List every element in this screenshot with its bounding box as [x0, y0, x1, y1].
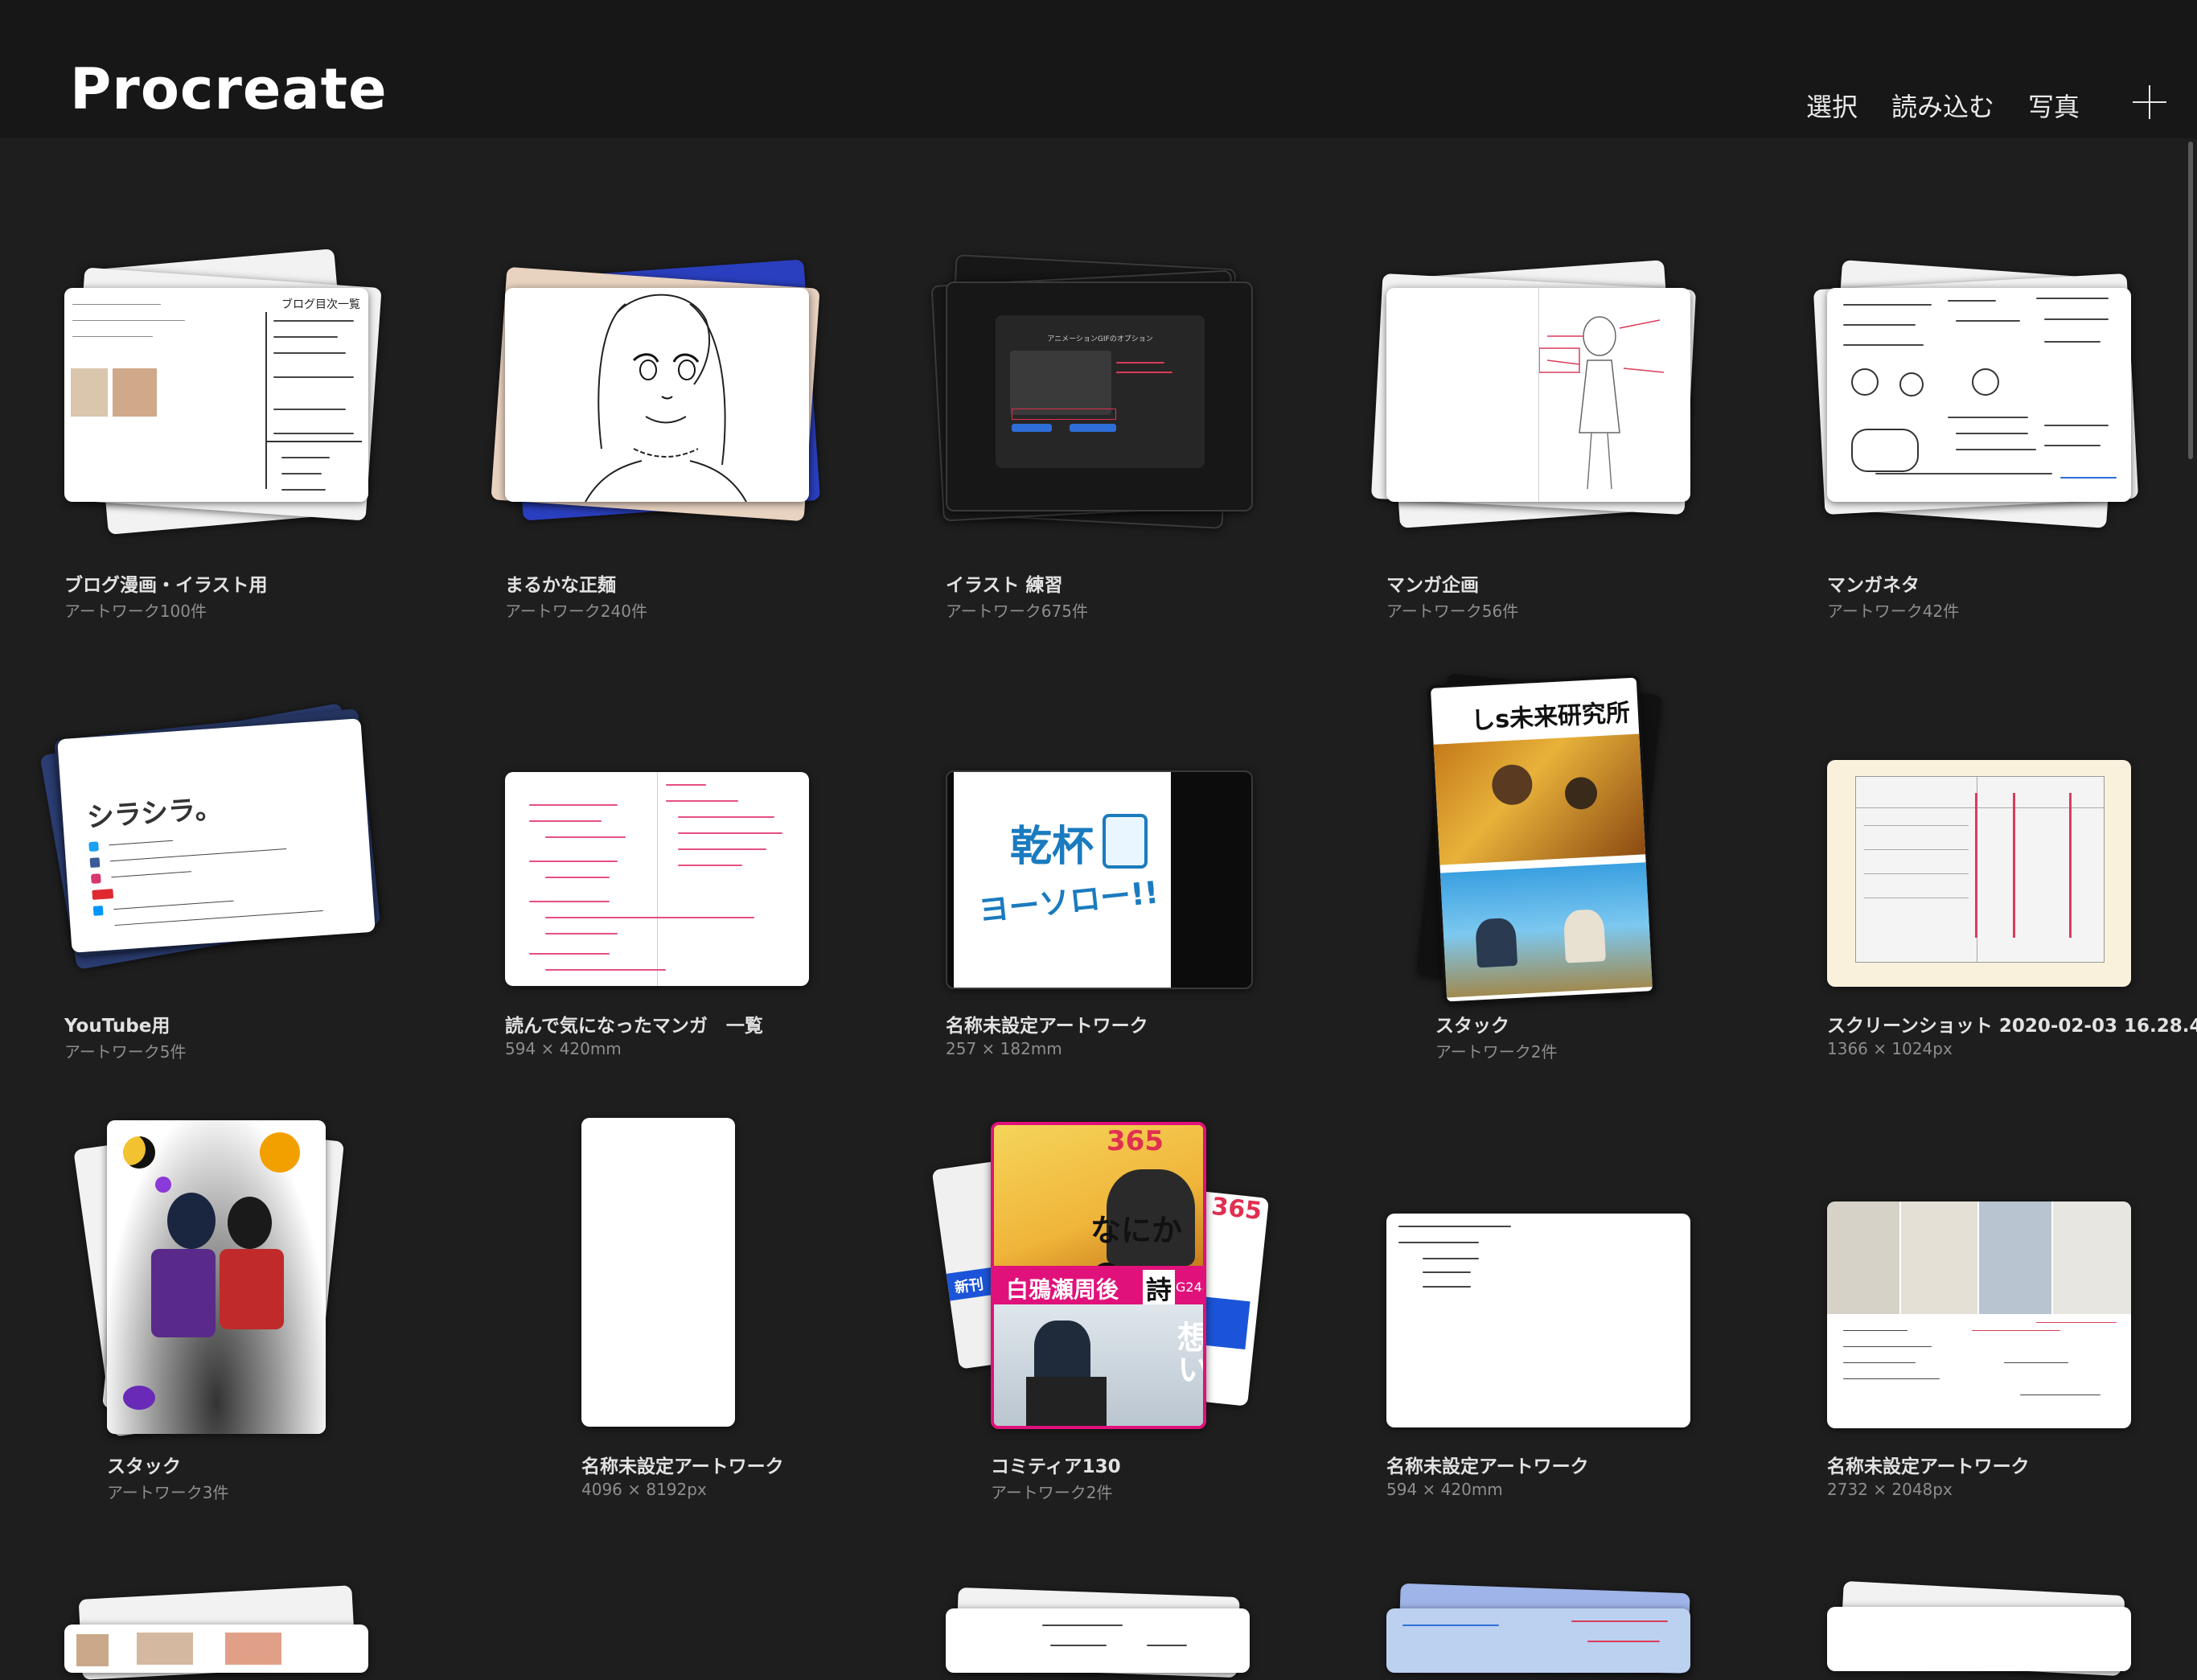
thumb-block: [113, 368, 157, 417]
item-subtitle: アートワーク3件: [107, 1483, 229, 1502]
item-title: ブログ漫画・イラスト用: [64, 575, 268, 596]
thumbnail: [1386, 1608, 1690, 1673]
thumbnail: [505, 288, 809, 502]
scrollbar[interactable]: [2188, 142, 2193, 459]
item-title: まるかな正麺: [505, 575, 616, 596]
thumb-photo: [1440, 862, 1653, 998]
thumb-text: 白鴉瀬周後: [1006, 1276, 1119, 1303]
thumbnail: [1827, 760, 2131, 987]
app-title: Procreate: [70, 56, 388, 122]
thumb-text: ブログ目次一覧: [281, 298, 360, 311]
item-subtitle: アートワーク56件: [1386, 602, 1519, 621]
item-title: 名称未設定アートワーク: [581, 1456, 784, 1477]
item-title: スタック: [1435, 1016, 1509, 1037]
item-subtitle: アートワーク100件: [64, 602, 207, 621]
thumb-illustration: [107, 1120, 326, 1434]
thumbnail: [946, 1608, 1250, 1673]
item-subtitle: アートワーク42件: [1827, 602, 1960, 621]
plus-icon[interactable]: [2133, 85, 2166, 119]
thumbnail: シラシラ。: [57, 718, 376, 953]
thumb-canvas: 乾杯 ヨーソロー!!: [954, 772, 1171, 988]
item-title: 名称未設定アートワーク: [1386, 1456, 1589, 1477]
thumb-photo: [1433, 733, 1646, 865]
thumbnail: [107, 1120, 326, 1434]
dialog-box: アニメーションGIFのオプション: [996, 315, 1205, 468]
item-subtitle: アートワーク2件: [991, 1483, 1113, 1502]
thumb-text: 想い: [1172, 1321, 1206, 1385]
item-title: 名称未設定アートワーク: [946, 1016, 1148, 1037]
thumbnail: [64, 1625, 368, 1673]
item-title: マンガネタ: [1827, 575, 1920, 596]
item-subtitle: アートワーク675件: [946, 602, 1088, 621]
photo-button[interactable]: 写真: [2028, 87, 2080, 124]
item-subtitle: アートワーク2件: [1435, 1042, 1558, 1062]
item-subtitle: 2732 × 2048px: [1827, 1480, 1953, 1499]
thumb-text: G24a: [1176, 1280, 1203, 1295]
thumb-photo: 想い: [994, 1304, 1206, 1426]
item-title: 名称未設定アートワーク: [1827, 1456, 2030, 1477]
thumb-text: 詩: [1143, 1270, 1175, 1305]
thumb-text: 乾杯: [1010, 823, 1094, 871]
item-subtitle: 594 × 420mm: [505, 1039, 622, 1058]
item-title: コミティア130: [991, 1456, 1121, 1477]
item-title: スクリーンショット 2020-02-03 16.28.43: [1827, 1016, 2197, 1037]
thumbnail: アニメーションGIFのオプション: [946, 281, 1253, 511]
thumbnail: [1827, 288, 2131, 502]
thumbnail: [1386, 288, 1690, 502]
thumbnail: [1386, 1214, 1690, 1427]
item-subtitle: 1366 × 1024px: [1827, 1039, 1953, 1058]
thumbnail: [505, 772, 809, 986]
import-button[interactable]: 読み込む: [1891, 87, 1994, 124]
item-title: スタック: [107, 1456, 181, 1477]
thumb-block: [71, 368, 108, 417]
item-title: 読んで気になったマンガ 一覧: [505, 1016, 763, 1037]
thumbnail: 365 なにかの 白鴉瀬周後 詩 G24a 想い: [991, 1122, 1206, 1429]
item-subtitle: 4096 × 8192px: [581, 1480, 707, 1499]
thumb-text: 365: [1107, 1125, 1164, 1157]
thumb-photo: [1855, 776, 2105, 963]
select-button[interactable]: 選択: [1806, 87, 1858, 124]
item-subtitle: 594 × 420mm: [1386, 1480, 1503, 1499]
thumbnail: [1827, 1607, 2131, 1671]
thumbnail: ブログ目次一覧: [64, 288, 368, 502]
thumb-text: ヨーソロー!!: [976, 874, 1160, 929]
item-subtitle: アートワーク5件: [64, 1042, 187, 1062]
thumbnail: 乾杯 ヨーソロー!!: [946, 770, 1253, 989]
item-title: イラスト 練習: [946, 575, 1063, 596]
thumb-text: シラシラ。: [85, 792, 224, 835]
thumb-text: しs未来研究所: [1470, 699, 1631, 736]
item-title: YouTube用: [64, 1016, 170, 1037]
thumbnail: [1827, 1201, 2131, 1428]
item-title: マンガ企画: [1386, 575, 1479, 596]
item-subtitle: アートワーク240件: [505, 602, 647, 621]
thumbnail: [581, 1118, 735, 1427]
item-subtitle: 257 × 182mm: [946, 1039, 1062, 1058]
thumbnail: しs未来研究所: [1427, 674, 1657, 1005]
sketch-girl-image: [585, 294, 747, 502]
dialog-title: アニメーションGIFのオプション: [1047, 335, 1153, 343]
